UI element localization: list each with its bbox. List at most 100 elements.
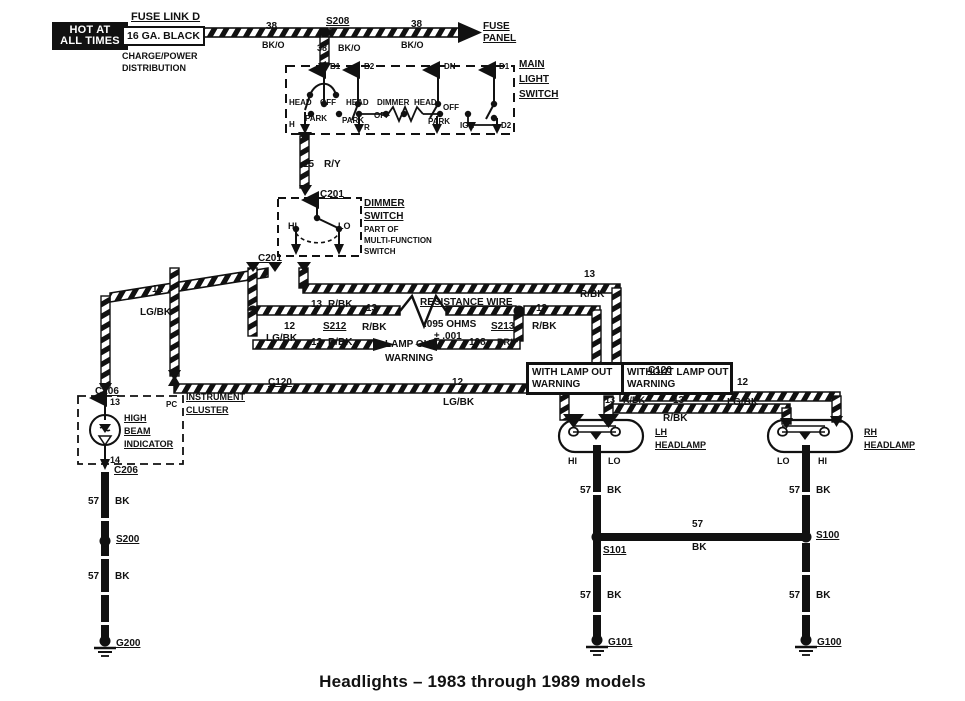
rh-terminal-hi: HI bbox=[818, 456, 827, 466]
dimmer-terminal-lo: LO bbox=[338, 221, 351, 231]
cluster-wire-13-number: 13 bbox=[110, 397, 121, 407]
wire-13-a-number: 13 bbox=[311, 299, 323, 310]
wire-12-right-number: 12 bbox=[737, 377, 749, 388]
wire-38-left-color: BK/O bbox=[262, 40, 285, 50]
splice-s208-label: S208 bbox=[326, 16, 350, 27]
diagram-caption: Headlights – 1983 through 1989 models bbox=[319, 672, 646, 691]
splice-s213-label: S213 bbox=[491, 321, 515, 332]
cluster-pc-label: PC bbox=[166, 400, 178, 409]
wire-38-right-number: 38 bbox=[411, 19, 423, 30]
wire-13-lh-number: 13 bbox=[605, 395, 616, 405]
terminal-b1-label: B1 bbox=[330, 62, 341, 71]
connector-c120-right: C120 bbox=[648, 365, 672, 376]
fuse-link-box: 16 GA. BLACK bbox=[122, 26, 205, 46]
wire-12-mid-number: 12 bbox=[452, 377, 464, 388]
cluster-57b-number: 57 bbox=[88, 571, 100, 582]
switch-pos-park-2: PARK bbox=[342, 116, 365, 125]
rh-headlamp-line1: RH bbox=[864, 427, 877, 437]
terminal-ign-label: IGN bbox=[460, 121, 475, 130]
rh-57a-number: 57 bbox=[789, 485, 801, 496]
without-lamp-out-line1: WITHOUT LAMP OUT bbox=[627, 367, 729, 378]
lh-57b-number: 57 bbox=[580, 590, 592, 601]
switch-pos-off-2: OFF bbox=[374, 111, 390, 120]
ground-g100-label: G100 bbox=[817, 637, 842, 648]
main-light-switch-title-1: MAIN bbox=[519, 59, 545, 70]
high-beam-indicator-line1: HIGH bbox=[124, 413, 147, 423]
dimmer-note-1: PART OF bbox=[364, 225, 399, 234]
terminal-h-label: H bbox=[289, 120, 295, 129]
hot-badge-line2: ALL TIMES bbox=[60, 35, 120, 47]
wire-38-right-color: BK/O bbox=[401, 40, 424, 50]
wire-12-mid-color: LG/BK bbox=[443, 397, 475, 408]
splice-s100-label: S100 bbox=[816, 530, 840, 541]
lh-headlamp-line2: HEADLAMP bbox=[655, 440, 706, 450]
wire-13-a-color: R/BK bbox=[328, 299, 353, 310]
ground-g200-label: G200 bbox=[116, 638, 141, 649]
dimmer-note-3: SWITCH bbox=[364, 247, 396, 256]
wire-13-d-color: R/BK bbox=[532, 321, 557, 332]
resistance-wire-title: RESISTANCE WIRE bbox=[420, 297, 513, 308]
wire-13-d-number: 13 bbox=[536, 303, 548, 314]
connector-c206-lower: C206 bbox=[114, 465, 138, 476]
charge-power-line2: DISTRIBUTION bbox=[122, 63, 186, 73]
lh-57a-color: BK bbox=[607, 485, 622, 496]
rh-57b-color: BK bbox=[816, 590, 831, 601]
switch-pos-head-1: HEAD bbox=[289, 98, 312, 107]
charge-power-line1: CHARGE/POWER bbox=[122, 51, 198, 61]
harness-left bbox=[99, 267, 269, 394]
connector-c206-upper: C206 bbox=[95, 386, 119, 397]
ground-g101-label: G101 bbox=[608, 637, 633, 648]
wire-15-color: R/Y bbox=[324, 159, 341, 170]
wire-12-vert-number: 12 bbox=[284, 321, 296, 332]
wire-13-b-color: R/BK bbox=[362, 322, 387, 333]
wire-13-top-number: 13 bbox=[584, 269, 596, 280]
resistance-ohms: .095 OHMS bbox=[424, 319, 477, 330]
switch-pos-park-3: PARK bbox=[428, 117, 451, 126]
dimmer-switch-title-2: SWITCH bbox=[364, 211, 404, 222]
fuse-panel-line2: PANEL bbox=[483, 33, 517, 44]
wire-13-b-number: 13 bbox=[366, 303, 378, 314]
lh-57a-number: 57 bbox=[580, 485, 592, 496]
link-57-color: BK bbox=[692, 542, 707, 553]
switch-pos-head-2: HEAD bbox=[346, 98, 369, 107]
lh-terminal-lo: LO bbox=[608, 456, 621, 466]
lh-headlamp-line1: LH bbox=[655, 427, 667, 437]
wire-108-color: BR/P bbox=[497, 337, 519, 347]
wire-12-right-color: LG/BK bbox=[727, 397, 759, 408]
main-light-switch-title-2: LIGHT bbox=[519, 74, 549, 85]
switch-pos-off-1: OFF bbox=[320, 98, 336, 107]
rh-terminal-lo: LO bbox=[777, 456, 790, 466]
terminal-d1-label: D1 bbox=[499, 62, 510, 71]
terminal-r-label: R bbox=[364, 123, 370, 132]
rh-headlamp-line2: HEADLAMP bbox=[864, 440, 915, 450]
wire-108-number: 108 bbox=[469, 337, 486, 348]
high-beam-indicator-line2: BEAM bbox=[124, 426, 151, 436]
wire-13-rh-number: 13 bbox=[673, 395, 685, 406]
cluster-57b-color: BK bbox=[115, 571, 130, 582]
rh-57a-color: BK bbox=[816, 485, 831, 496]
connector-c201-upper: C201 bbox=[320, 189, 344, 200]
lamp-out-warning-line2: WARNING bbox=[385, 353, 434, 364]
switch-pos-dimmer: DIMMER bbox=[377, 98, 410, 107]
terminal-dn-label: DN bbox=[444, 62, 456, 71]
instrument-cluster-title-1: INSTRUMENT bbox=[186, 392, 245, 402]
wire-13-lh-color: R/BK bbox=[623, 395, 645, 405]
lh-terminal-hi: HI bbox=[568, 456, 577, 466]
connector-c120-left: C120 bbox=[268, 377, 292, 388]
dimmer-switch-title-1: DIMMER bbox=[364, 198, 405, 209]
resistance-tolerance: ± .001 bbox=[434, 331, 462, 342]
splice-s200-label: S200 bbox=[116, 534, 140, 545]
instrument-cluster-title-2: CLUSTER bbox=[186, 405, 229, 415]
link-57-number: 57 bbox=[692, 519, 704, 530]
wire-13-c-number: 13 bbox=[311, 337, 323, 348]
connector-c201-lower: C201 bbox=[258, 253, 282, 264]
with-lamp-out-line1: WITH LAMP OUT bbox=[532, 367, 613, 378]
splice-s212-label: S212 bbox=[323, 321, 347, 332]
dimmer-terminal-hi: HI bbox=[288, 221, 297, 231]
without-lamp-out-warning-box: WITHOUT LAMP OUT WARNING bbox=[621, 362, 733, 395]
main-light-switch-title-3: SWITCH bbox=[519, 89, 559, 100]
switch-pos-off-3: OFF bbox=[443, 103, 459, 112]
wire-13-rh-color: R/BK bbox=[663, 413, 688, 424]
wire-15-number: 15 bbox=[303, 159, 315, 170]
wire-38-left-number: 38 bbox=[266, 21, 278, 32]
